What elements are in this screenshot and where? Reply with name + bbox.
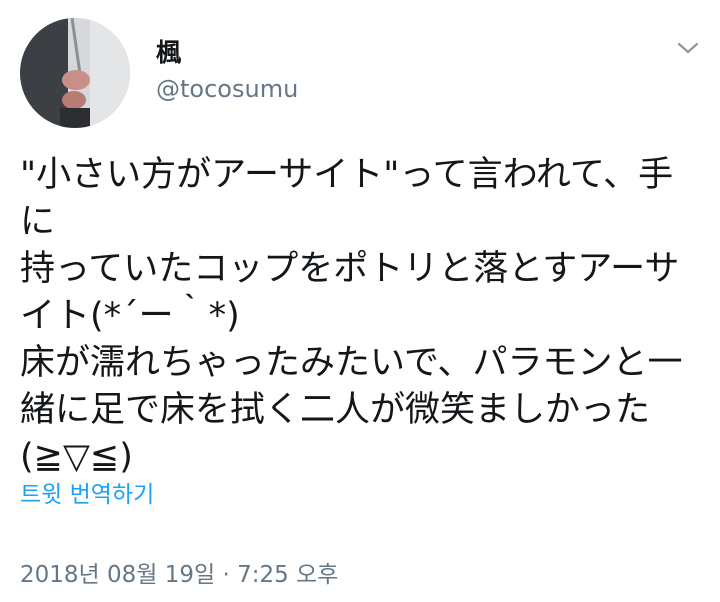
tweet-header: 楓 @tocosumu [20, 18, 700, 128]
tweet-timestamp[interactable]: 2018년 08월 19일 · 7:25 오후 [20, 560, 338, 590]
author-names: 楓 @tocosumu [156, 38, 298, 104]
user-avatar-photo-icon [20, 18, 130, 128]
chevron-down-icon[interactable] [676, 40, 700, 56]
display-name[interactable]: 楓 [156, 38, 298, 68]
user-handle[interactable]: @tocosumu [156, 74, 298, 104]
tweet-card: 楓 @tocosumu "小さい方がアーサイト"って言われて、手に 持っていたコ… [0, 0, 720, 602]
avatar[interactable] [20, 18, 130, 128]
tweet-text: "小さい方がアーサイト"って言われて、手に 持っていたコップをポトリと落とすアー… [20, 155, 683, 477]
translate-tweet-link[interactable]: 트윗 번역하기 [20, 480, 154, 510]
